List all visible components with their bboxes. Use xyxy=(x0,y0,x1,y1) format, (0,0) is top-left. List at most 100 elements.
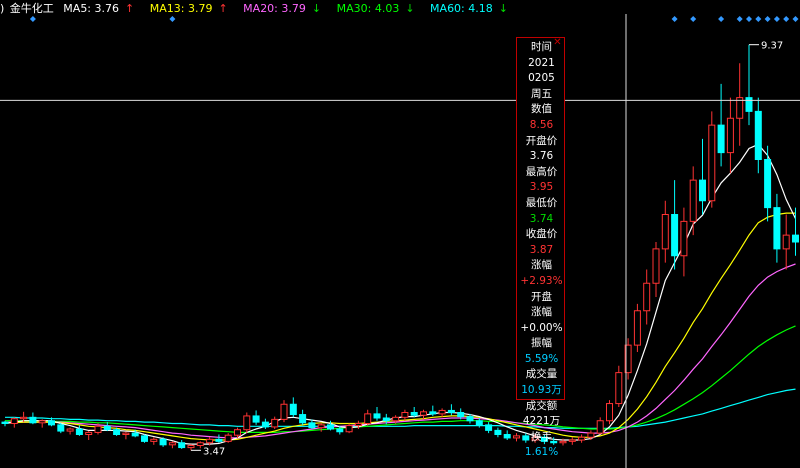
info-row: 1.61% xyxy=(524,446,559,459)
candle-body xyxy=(215,438,223,442)
signal-marker xyxy=(773,16,780,22)
info-row: 开盘 xyxy=(531,290,552,303)
signal-marker xyxy=(169,16,176,22)
info-row: 收盘价 xyxy=(525,228,558,241)
info-row: 涨幅 xyxy=(531,306,552,319)
candle-body xyxy=(187,445,195,449)
data-tooltip-panel: ✕ 时间 2021 0205 周五 数值 8.56 开盘价 3.76 最高价 3.95 最低价 3.7… xyxy=(516,37,565,458)
candle-body xyxy=(85,431,93,435)
info-row: 2021 xyxy=(528,56,555,69)
candle-body xyxy=(243,415,251,431)
candle-body xyxy=(10,418,18,424)
info-row: 最低价 xyxy=(525,196,558,209)
candle-body xyxy=(289,403,297,416)
candle-body xyxy=(633,310,641,346)
candle-body xyxy=(66,428,74,432)
signal-marker xyxy=(690,16,697,22)
info-row: 3.87 xyxy=(529,243,554,256)
candle-body xyxy=(94,425,102,433)
info-row: 周五 xyxy=(531,87,552,100)
candle-body xyxy=(652,248,660,284)
candle-body xyxy=(643,282,651,312)
candle-body xyxy=(206,438,214,444)
info-row: 10.93万 xyxy=(521,384,562,397)
candle-body xyxy=(717,124,725,154)
candle-body xyxy=(280,403,288,420)
info-row: 3.74 xyxy=(529,212,554,225)
candle-body xyxy=(773,207,781,250)
candle-body xyxy=(252,415,260,423)
candle-body xyxy=(327,424,334,430)
candle-body xyxy=(317,424,325,429)
candle-body xyxy=(20,416,28,420)
candle-body xyxy=(466,416,474,422)
candle-body xyxy=(475,420,483,426)
candle-body xyxy=(410,412,418,416)
candle-body xyxy=(457,412,465,418)
candle-body xyxy=(420,411,427,416)
info-row: 时间 xyxy=(531,41,552,53)
candle-body xyxy=(131,432,139,437)
candle-body xyxy=(699,179,706,202)
candle-body xyxy=(615,372,623,405)
candle-body xyxy=(754,110,762,160)
candle-body xyxy=(29,416,37,424)
candle-body xyxy=(113,429,121,435)
info-row: 最高价 xyxy=(525,165,558,178)
info-row: 3.76 xyxy=(529,150,554,163)
signal-marker xyxy=(783,16,790,22)
candle-body xyxy=(708,124,716,202)
candle-body xyxy=(261,421,269,428)
candle-body xyxy=(447,409,455,413)
candle-body xyxy=(122,432,130,435)
candle-body xyxy=(689,179,697,222)
candle-body xyxy=(38,420,46,424)
candle-body xyxy=(271,418,279,428)
candle-body xyxy=(494,429,502,435)
info-row: 8.56 xyxy=(529,118,554,131)
signal-marker xyxy=(746,16,752,22)
candle-body xyxy=(606,403,613,422)
candle-body xyxy=(299,414,307,424)
ma20-line xyxy=(5,263,796,439)
info-row: 开盘价 xyxy=(525,134,558,147)
candle-body xyxy=(726,117,734,154)
candle-body xyxy=(429,411,437,415)
signal-marker xyxy=(764,16,771,22)
candle-body xyxy=(392,416,400,422)
signal-marker xyxy=(792,16,799,22)
candle-body xyxy=(438,409,446,415)
candle-body xyxy=(196,442,204,446)
candle-body xyxy=(382,417,390,422)
candle-body xyxy=(503,434,511,439)
candle-body xyxy=(373,413,381,419)
candle-body xyxy=(401,412,409,418)
candle-body xyxy=(48,420,55,426)
candle-body xyxy=(57,424,65,432)
candle-body xyxy=(661,214,669,250)
candle-body xyxy=(596,420,604,434)
candle-body xyxy=(745,97,753,112)
info-row: 3.95 xyxy=(529,181,554,194)
candle-body xyxy=(234,429,241,436)
candle-body xyxy=(764,159,772,209)
ma5-line xyxy=(4,143,797,445)
info-row: 0205 xyxy=(528,72,555,85)
candle-body xyxy=(178,442,186,449)
candle-body xyxy=(364,413,372,424)
candle-body xyxy=(103,425,111,431)
candle-body xyxy=(75,428,83,435)
candle-body xyxy=(354,423,362,427)
info-row: 4221万 xyxy=(522,415,561,428)
candle-body xyxy=(671,214,679,257)
candle-body xyxy=(587,432,595,438)
info-row: 振幅 xyxy=(531,337,552,350)
info-row: 成交量 xyxy=(525,368,558,381)
candle-body xyxy=(485,424,493,431)
candle-body xyxy=(345,425,353,433)
info-row: 涨幅 xyxy=(531,259,552,272)
info-row: 5.59% xyxy=(524,352,559,365)
candle-body xyxy=(782,234,790,250)
candlestick-chart[interactable]: 9.37 3.47 xyxy=(0,0,800,468)
signal-marker xyxy=(671,16,678,22)
